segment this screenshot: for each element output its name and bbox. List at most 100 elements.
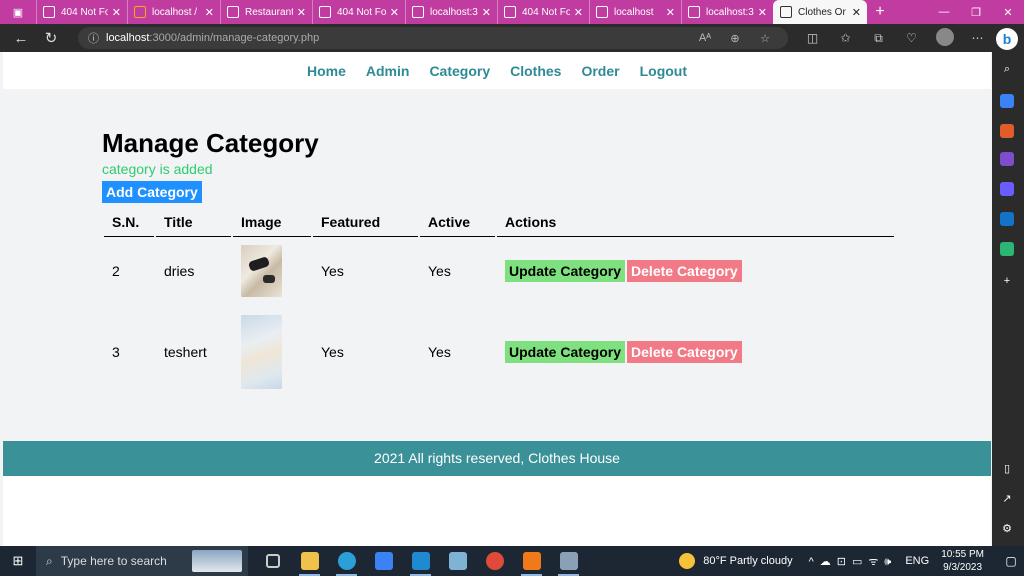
search-icon[interactable]: ⌕ — [1000, 62, 1014, 76]
update-category-button[interactable]: Update Category — [505, 260, 626, 282]
collections-icon[interactable]: ⧉ — [862, 31, 895, 46]
clock-date: 9/3/2023 — [943, 562, 983, 573]
language-indicator[interactable]: ENG — [905, 555, 929, 567]
menu-home[interactable]: Home — [297, 63, 356, 79]
browser-tab[interactable]: Restaurant ✕ — [220, 0, 312, 24]
shopping-tag-icon[interactable] — [1000, 94, 1014, 108]
close-tab-icon[interactable]: ✕ — [482, 6, 491, 19]
windows-start-icon[interactable]: ⊞ — [0, 553, 36, 569]
tools-icon[interactable] — [1000, 124, 1014, 138]
task-view-icon[interactable] — [254, 546, 291, 576]
search-placeholder: Type here to search — [60, 554, 167, 568]
column-header-sn: S.N. — [104, 210, 154, 237]
favorite-star-icon[interactable]: ☆ — [750, 32, 780, 45]
page-icon — [319, 6, 331, 18]
main-content: Manage Category category is added Add Ca… — [102, 126, 902, 203]
browser-tab[interactable]: 404 Not Fo ✕ — [312, 0, 405, 24]
menu-logout[interactable]: Logout — [630, 63, 697, 79]
microsoft365-icon[interactable] — [1000, 182, 1014, 196]
close-tab-icon[interactable]: ✕ — [112, 6, 121, 19]
clock[interactable]: 10:55 PM 9/3/2023 — [941, 548, 984, 574]
close-tab-icon[interactable]: ✕ — [390, 6, 399, 19]
column-header-featured: Featured — [313, 210, 418, 237]
browser-tab[interactable]: 404 Not Fo ✕ — [36, 0, 127, 24]
restore-icon[interactable]: ❐ — [960, 6, 992, 19]
close-tab-icon[interactable]: ✕ — [852, 6, 861, 19]
delete-category-button[interactable]: Delete Category — [627, 340, 742, 363]
table-row: 3 teshert Yes Yes Update Category Delete … — [104, 305, 894, 398]
cell-image — [233, 237, 311, 305]
delete-category-button[interactable]: Delete Category — [627, 260, 742, 282]
menu-category[interactable]: Category — [419, 63, 500, 79]
address-bar[interactable]: ⓘ localhost :3000/admin/manage-category.… — [78, 27, 788, 49]
url-host: localhost — [106, 32, 150, 44]
table-header-row: S.N. Title Image Featured Active Actions — [104, 210, 894, 237]
zoom-icon[interactable]: ⊕ — [720, 32, 750, 45]
page-icon — [688, 6, 700, 18]
page-icon — [412, 6, 424, 18]
close-tab-icon[interactable]: ✕ — [666, 6, 675, 19]
favorites-icon[interactable]: ✩ — [829, 31, 862, 45]
performance-icon[interactable]: ♡ — [895, 31, 928, 45]
browser-tab-active[interactable]: Clothes Or ✕ — [773, 0, 867, 24]
browser-tab[interactable]: localhost:3 ✕ — [405, 0, 497, 24]
outlook-icon[interactable] — [1000, 212, 1014, 226]
store-icon[interactable] — [365, 546, 402, 576]
menu-clothes[interactable]: Clothes — [500, 63, 571, 79]
add-sidebar-item-icon[interactable]: + — [1000, 274, 1014, 288]
open-external-icon[interactable]: ↗ — [1000, 492, 1014, 506]
games-icon[interactable] — [1000, 152, 1014, 166]
browser-tab[interactable]: localhost:3 ✕ — [681, 0, 773, 24]
close-tab-icon[interactable]: ✕ — [297, 6, 306, 19]
tray-icons[interactable]: ^☁⊡▭ᯤ🕪 — [809, 554, 898, 569]
menu-admin[interactable]: Admin — [356, 63, 420, 79]
close-tab-icon[interactable]: ✕ — [574, 6, 583, 19]
file-explorer-icon[interactable] — [291, 546, 328, 576]
column-header-actions: Actions — [497, 210, 894, 237]
more-menu-icon[interactable]: ⋯ — [961, 31, 994, 45]
update-category-button[interactable]: Update Category — [505, 340, 626, 363]
system-tray: 80°F Partly cloudy ^☁⊡▭ᯤ🕪 ENG 10:55 PM 9… — [679, 546, 1024, 576]
new-tab-icon[interactable]: + — [867, 3, 893, 21]
minimize-icon[interactable]: — — [928, 6, 960, 19]
info-icon[interactable]: ⓘ — [88, 30, 106, 46]
menu-order[interactable]: Order — [571, 63, 629, 79]
cell-active: Yes — [428, 263, 451, 279]
xampp-icon[interactable] — [513, 546, 550, 576]
cell-image — [233, 305, 311, 398]
notifications-icon[interactable]: ▢ — [998, 554, 1024, 568]
cell-actions: Update Category Delete Category — [497, 237, 894, 305]
column-header-title: Title — [156, 210, 231, 237]
browser-tab[interactable]: 404 Not Fo ✕ — [497, 0, 589, 24]
cell-sn: 3 — [112, 343, 120, 360]
chrome-icon[interactable] — [476, 546, 513, 576]
settings-gear-icon[interactable]: ⚙ — [1000, 522, 1014, 536]
read-aloud-icon[interactable]: Aᴬ — [690, 32, 720, 45]
add-category-button[interactable]: Add Category — [102, 181, 202, 203]
taskbar-search[interactable]: ⌕ Type here to search — [36, 546, 248, 576]
close-tab-icon[interactable]: ✕ — [758, 6, 767, 19]
drop-icon[interactable] — [1000, 242, 1014, 256]
back-arrow-icon[interactable]: ← — [6, 30, 36, 47]
browser-tab[interactable]: localhost / ✕ — [127, 0, 220, 24]
notepad-icon[interactable] — [439, 546, 476, 576]
browser-tab-strip: ▣ 404 Not Fo ✕ localhost / ✕ Restaurant … — [0, 0, 1024, 24]
profile-avatar[interactable] — [928, 27, 961, 49]
refresh-icon[interactable]: ↻ — [36, 29, 66, 47]
browser-tab[interactable]: localhost ✕ — [589, 0, 681, 24]
page-icon — [596, 6, 608, 18]
category-image — [241, 314, 282, 389]
weather-widget[interactable]: 80°F Partly cloudy — [679, 553, 793, 569]
sidebar-panel-icon[interactable]: ▯ — [1000, 462, 1014, 476]
close-window-icon[interactable]: ✕ — [992, 6, 1024, 19]
close-tab-icon[interactable]: ✕ — [205, 6, 214, 19]
status-message: category is added — [102, 161, 213, 177]
cell-featured: Yes — [321, 263, 344, 279]
vscode-icon[interactable] — [402, 546, 439, 576]
edge-icon[interactable] — [328, 546, 365, 576]
page-blank-area — [3, 476, 991, 546]
calculator-icon[interactable] — [550, 546, 587, 576]
window-menu-icon[interactable]: ▣ — [0, 0, 36, 24]
bing-chat-icon[interactable]: b — [996, 28, 1018, 50]
split-screen-icon[interactable]: ◫ — [796, 31, 829, 45]
